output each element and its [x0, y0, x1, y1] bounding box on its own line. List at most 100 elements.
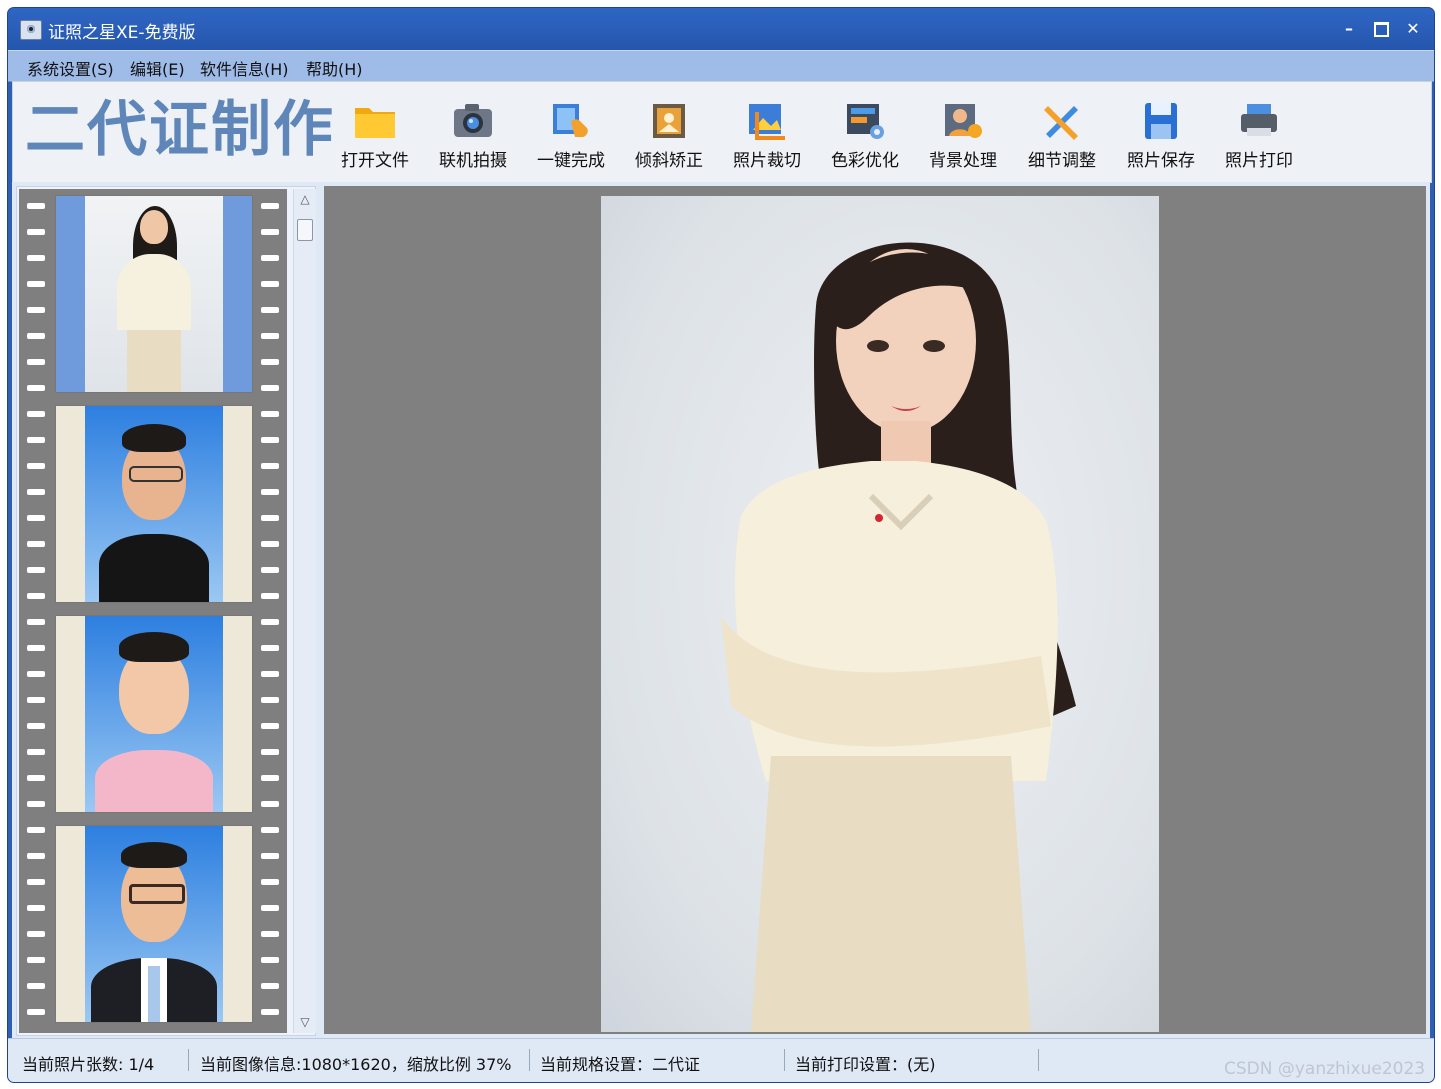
film-perforation: [261, 801, 279, 807]
watermark: CSDN @yanzhixue2023: [1224, 1059, 1426, 1079]
detail-adjust-icon: [1040, 100, 1084, 142]
tilt-correction-label: 倾斜矫正: [635, 151, 703, 171]
title-bar[interactable]: 证照之星XE-免费版 – ✕: [8, 8, 1434, 50]
film-perforation: [27, 333, 45, 339]
film-perforation: [27, 203, 45, 209]
camera-capture-button[interactable]: 联机拍摄: [428, 100, 518, 172]
film-perforation: [27, 905, 45, 911]
thumbnail-2-shirt: [99, 534, 209, 602]
brand-title: 二代证制作: [25, 95, 335, 165]
film-perforation: [261, 749, 279, 755]
menu-edit[interactable]: 编辑(E): [127, 56, 188, 80]
film-perforation: [27, 723, 45, 729]
film-perforation: [261, 697, 279, 703]
window-title: 证照之星XE-免费版: [48, 23, 196, 43]
film-perforation: [27, 255, 45, 261]
film-perforation: [27, 437, 45, 443]
detail-adjust-button[interactable]: 细节调整: [1017, 100, 1107, 172]
film-perforation: [261, 541, 279, 547]
maximize-icon: [1373, 22, 1389, 37]
thumbnail-3-photo: [85, 616, 223, 812]
film-perforation: [261, 671, 279, 677]
photo-canvas[interactable]: [324, 186, 1426, 1034]
film-perforation: [261, 255, 279, 261]
thumbnail-4-glasses: [129, 884, 185, 904]
status-image-info: 当前图像信息:1080*1620，缩放比例 37%: [200, 1055, 512, 1074]
save-icon: [1139, 100, 1183, 142]
film-perforation: [261, 567, 279, 573]
film-perforation: [261, 619, 279, 625]
save-photo-button[interactable]: 照片保存: [1116, 100, 1206, 172]
camera-capture-label: 联机拍摄: [439, 151, 507, 171]
film-perforation: [261, 359, 279, 365]
menu-system-settings[interactable]: 系统设置(S): [24, 56, 117, 80]
scroll-down-arrow-icon[interactable]: ▽: [297, 1015, 313, 1029]
film-perforation: [27, 385, 45, 391]
film-perforation: [261, 853, 279, 859]
scroll-thumb[interactable]: [297, 219, 313, 241]
film-perforation: [261, 203, 279, 209]
thumbnail-2-hair: [122, 424, 186, 452]
app-window: 证照之星XE-免费版 – ✕ 系统设置(S) 编辑(E) 软件信息(H) 帮助(…: [8, 8, 1434, 1082]
close-button[interactable]: ✕: [1398, 16, 1428, 42]
thumbnail-2-photo: [85, 406, 223, 602]
film-perforation: [261, 515, 279, 521]
background-label: 背景处理: [929, 151, 997, 171]
minimize-button[interactable]: –: [1334, 16, 1364, 42]
filmstrip-scrollbar[interactable]: △ ▽: [293, 189, 316, 1033]
status-separator: [784, 1049, 785, 1071]
background-button[interactable]: 背景处理: [918, 100, 1008, 172]
maximize-button[interactable]: [1366, 16, 1396, 42]
tilt-correction-button[interactable]: 倾斜矫正: [624, 100, 714, 172]
film-perforation: [27, 983, 45, 989]
menu-help[interactable]: 帮助(H): [303, 56, 366, 80]
film-perforation: [27, 697, 45, 703]
thumbnail-4[interactable]: [55, 825, 253, 1023]
film-perforation: [27, 827, 45, 833]
film-perforation: [261, 307, 279, 313]
status-separator: [188, 1049, 189, 1071]
film-perforation: [261, 983, 279, 989]
film-perforation: [261, 385, 279, 391]
save-photo-label: 照片保存: [1127, 151, 1195, 171]
thumbnail-1-photo: [85, 196, 223, 392]
film-perforation: [27, 489, 45, 495]
scroll-up-arrow-icon[interactable]: △: [297, 192, 313, 206]
print-photo-button[interactable]: 照片打印: [1214, 100, 1304, 172]
thumbnail-1[interactable]: [55, 195, 253, 393]
film-perforation: [27, 801, 45, 807]
one-click-label: 一键完成: [537, 151, 605, 171]
one-click-icon: [549, 100, 593, 142]
crop-icon: [745, 100, 789, 142]
thumbnail-4-hair: [121, 842, 187, 868]
crop-button[interactable]: 照片裁切: [722, 100, 812, 172]
film-perforation: [27, 411, 45, 417]
thumbnail-3-hair: [119, 632, 189, 662]
film-perforation: [261, 593, 279, 599]
main-photo: [601, 196, 1159, 1032]
color-optimize-button[interactable]: 色彩优化: [820, 100, 910, 172]
open-file-button[interactable]: 打开文件: [330, 100, 420, 172]
color-optimize-label: 色彩优化: [831, 151, 899, 171]
open-file-label: 打开文件: [341, 151, 409, 171]
portrait-illustration: [721, 242, 1076, 1032]
crop-label: 照片裁切: [733, 151, 801, 171]
film-perforation: [261, 879, 279, 885]
film-perforation: [27, 619, 45, 625]
thumbnail-4-photo: [85, 826, 223, 1022]
thumbnail-2[interactable]: [55, 405, 253, 603]
film-perforation: [27, 931, 45, 937]
menu-software-info[interactable]: 软件信息(H): [197, 56, 292, 80]
camera-icon: [451, 100, 495, 142]
filmstrip: [19, 189, 287, 1033]
film-perforation: [261, 411, 279, 417]
thumbnail-2-glasses: [129, 466, 183, 482]
film-perforation: [27, 749, 45, 755]
film-perforation: [261, 1009, 279, 1015]
film-perforation: [27, 1009, 45, 1015]
film-perforation: [27, 281, 45, 287]
one-click-button[interactable]: 一键完成: [526, 100, 616, 172]
workspace: △ ▽: [12, 182, 1430, 1038]
thumbnail-3[interactable]: [55, 615, 253, 813]
film-perforation: [27, 515, 45, 521]
